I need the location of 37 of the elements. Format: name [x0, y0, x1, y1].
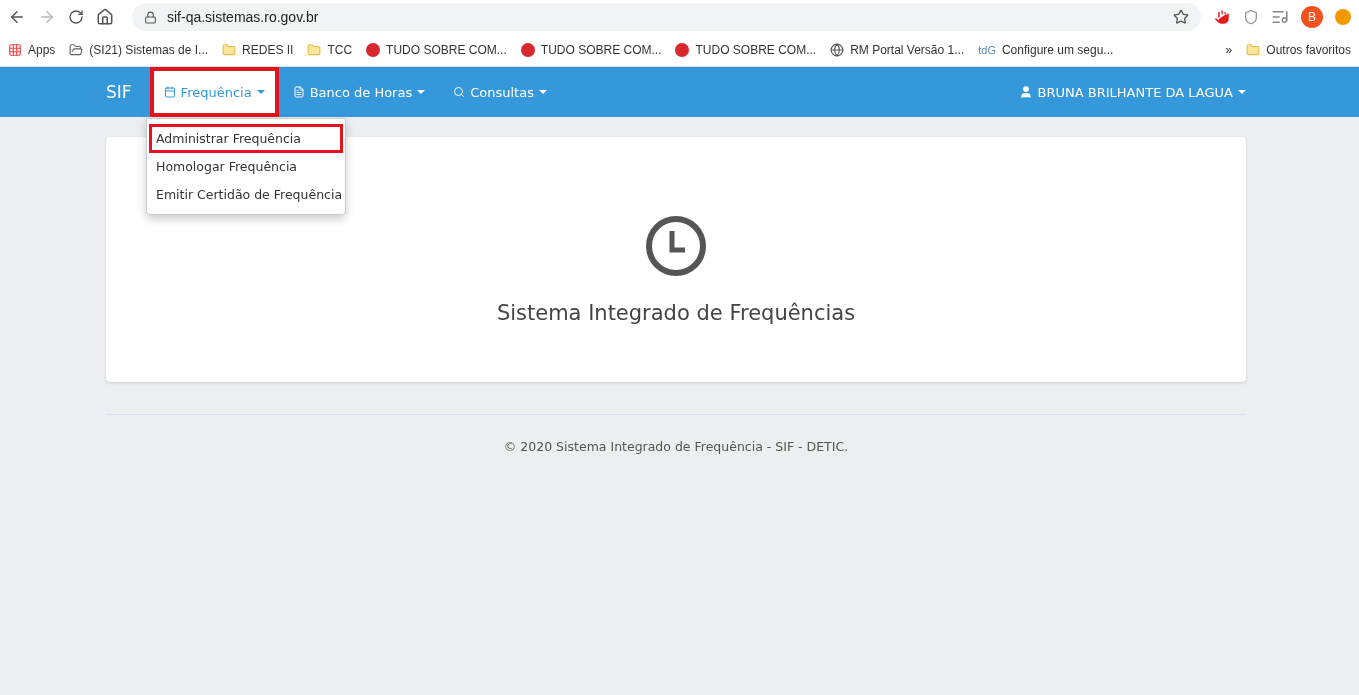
- address-bar[interactable]: sif-qa.sistemas.ro.gov.br: [132, 3, 1201, 31]
- star-icon[interactable]: [1173, 9, 1189, 25]
- reload-icon[interactable]: [68, 9, 84, 25]
- bookmark-link[interactable]: TCC: [327, 43, 353, 57]
- favicon-text: tdG: [978, 44, 996, 56]
- bookmark-link[interactable]: (SI21) Sistemas de I...: [89, 43, 209, 57]
- home-icon[interactable]: [96, 8, 114, 26]
- bookmark-link[interactable]: REDES II: [242, 43, 294, 57]
- calendar-icon: [163, 86, 176, 98]
- folder-icon: [69, 43, 84, 57]
- lock-icon: [144, 10, 157, 24]
- menu-item[interactable]: Administrar Frequência: [151, 126, 341, 151]
- bookmark-link[interactable]: Apps: [28, 43, 56, 57]
- menu-item[interactable]: Homologar Frequência: [151, 154, 341, 179]
- clock-icon: [645, 214, 707, 277]
- folder-icon: [307, 43, 322, 57]
- menu-item[interactable]: Emitir Certidão de Frequência: [151, 182, 341, 207]
- bookmark-link[interactable]: RM Portal Versão 1...: [850, 43, 965, 57]
- bookmark-link[interactable]: Outros favoritos: [1266, 43, 1351, 57]
- folder-icon: [1246, 43, 1261, 57]
- page-title: Sistema Integrado de Frequências: [496, 300, 856, 325]
- document-icon: [292, 86, 305, 98]
- bookmark-link[interactable]: Configure um segu...: [1001, 43, 1114, 57]
- footer-text: © 2020 Sistema Integrado de Frequência - SIF - DETIC.: [502, 439, 850, 454]
- bookmark-link[interactable]: TUDO SOBRE COM...: [386, 43, 507, 57]
- user-icon: [1018, 85, 1033, 99]
- back-icon[interactable]: [8, 8, 26, 26]
- folder-icon: [222, 43, 237, 57]
- bookmark-link[interactable]: TUDO SOBRE COM...: [540, 43, 662, 57]
- search-icon: [453, 86, 466, 98]
- media-icon[interactable]: [1271, 8, 1289, 26]
- globe-icon: [830, 43, 845, 57]
- shield-icon[interactable]: [1243, 9, 1259, 25]
- bookmark-link[interactable]: TUDO SOBRE COM...: [695, 43, 817, 57]
- apps-grid-icon: [8, 43, 22, 57]
- more-bookmarks[interactable]: »: [1225, 43, 1233, 57]
- hand-icon[interactable]: [1213, 8, 1231, 26]
